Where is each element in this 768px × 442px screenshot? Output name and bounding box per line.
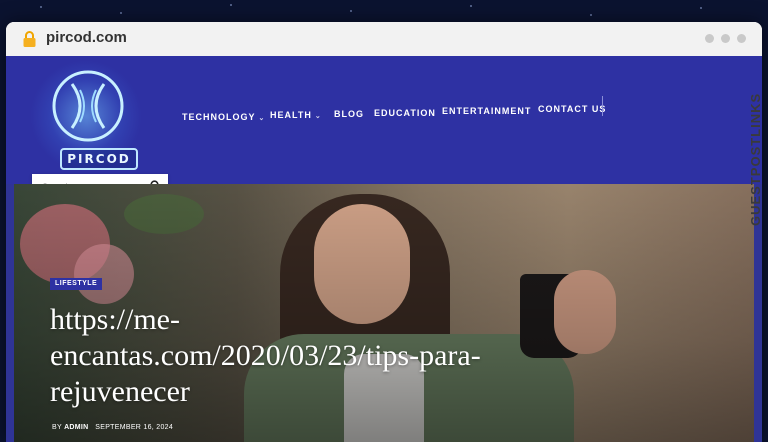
logo-text[interactable]: PIRCOD bbox=[60, 148, 138, 170]
nav-label: TECHNOLOGY bbox=[182, 112, 256, 122]
address-bar-url[interactable]: pircod.com bbox=[46, 29, 127, 46]
post-date: SEPTEMBER 16, 2024 bbox=[95, 424, 174, 431]
nav-item-technology[interactable]: TECHNOLOGY ⌄ bbox=[182, 112, 265, 122]
website: PIRCOD TECHNOLOGY ⌄ HEALTH ⌄ BLOG EDUCATIO… bbox=[6, 56, 762, 442]
nav-item-entertainment[interactable]: ENTERTAINMENT bbox=[442, 106, 531, 116]
nav-divider bbox=[602, 96, 603, 116]
browser-titlebar: pircod.com bbox=[6, 22, 762, 57]
pircod-logo-icon[interactable] bbox=[50, 68, 126, 148]
chevron-down-icon: ⌄ bbox=[258, 115, 266, 122]
chevron-down-icon: ⌄ bbox=[314, 113, 322, 120]
featured-post-hero[interactable]: LIFESTYLE https://me-encantas.com/2020/0… bbox=[14, 184, 754, 442]
window-control-dot[interactable] bbox=[705, 34, 714, 43]
nav-item-health[interactable]: HEALTH ⌄ bbox=[270, 110, 322, 120]
post-title[interactable]: https://me-encantas.com/2020/03/23/tips-… bbox=[50, 302, 510, 410]
author-link[interactable]: ADMIN bbox=[64, 424, 88, 431]
browser-window: pircod.com PIRCOD TECHNOLOGY ⌄ HEALTH ⌄ BL… bbox=[6, 22, 762, 442]
by-label: BY bbox=[52, 424, 62, 431]
category-badge[interactable]: LIFESTYLE bbox=[50, 278, 103, 290]
watermark: GUESTPOSTLINKS bbox=[742, 36, 766, 226]
nav-item-contact-us[interactable]: CONTACT US bbox=[538, 104, 606, 114]
post-meta: BY ADMIN SEPTEMBER 16, 2024 bbox=[52, 424, 173, 431]
watermark-text: GUESTPOSTLINKS bbox=[748, 92, 763, 226]
site-header: PIRCOD TECHNOLOGY ⌄ HEALTH ⌄ BLOG EDUCATIO… bbox=[6, 56, 762, 184]
nav-item-blog[interactable]: BLOG bbox=[334, 109, 364, 119]
nav-item-education[interactable]: EDUCATION bbox=[374, 108, 436, 118]
lock-icon bbox=[23, 31, 36, 47]
window-control-dot[interactable] bbox=[721, 34, 730, 43]
nav-label: HEALTH bbox=[270, 110, 312, 120]
